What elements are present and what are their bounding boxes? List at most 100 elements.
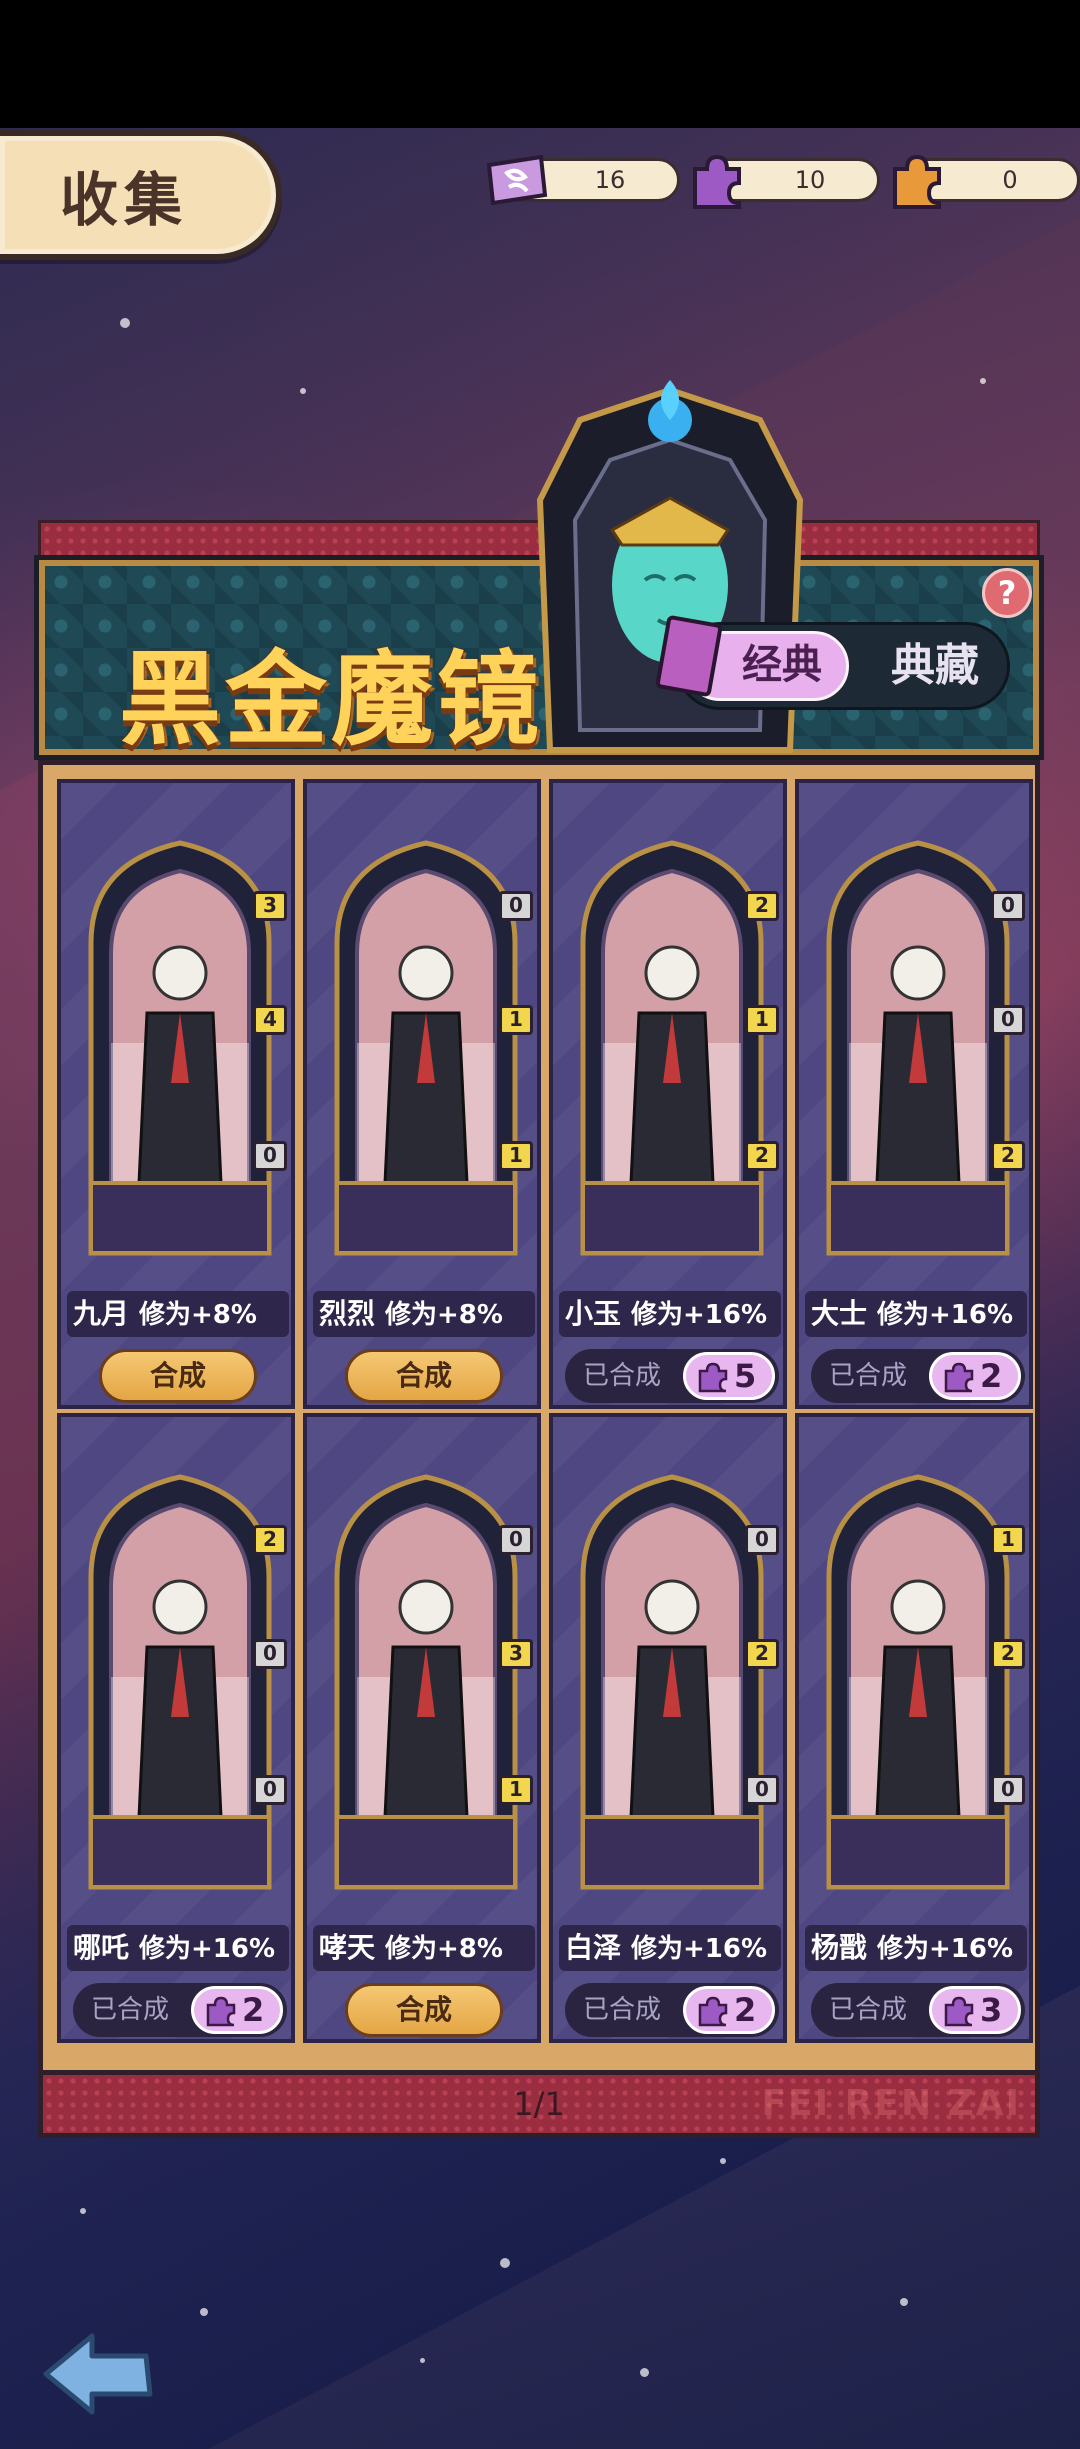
piece-count-badge: 2	[991, 1141, 1025, 1171]
portrait-frame	[573, 823, 771, 1263]
card-name-row: 小玉 修为+16%	[559, 1291, 781, 1337]
piece-count-badge: 2	[745, 1141, 779, 1171]
piece-count-badge: 2	[745, 891, 779, 921]
piece-count-badge: 0	[253, 1639, 287, 1669]
back-arrow-icon[interactable]	[38, 2328, 158, 2418]
watermark: FEI REN ZAI	[761, 2083, 1021, 2124]
character-card[interactable]: 2 1 2 小玉 修为+16% 已合成 5	[549, 779, 787, 1409]
card-name-row: 白泽 修为+16%	[559, 1925, 781, 1971]
piece-count-badge: 0	[745, 1525, 779, 1555]
combined-label: 已合成	[829, 1361, 908, 1391]
ticket-count: 16	[594, 166, 626, 194]
cultivation-bonus: 修为+8%	[385, 1300, 503, 1330]
piece-count-badge: 1	[745, 1005, 779, 1035]
cultivation-bonus: 修为+8%	[139, 1300, 257, 1330]
character-card[interactable]: 2 0 0 哪吒 修为+16% 已合成 2	[57, 1413, 295, 2043]
card-name-row: 哮天 修为+8%	[313, 1925, 535, 1971]
piece-counter: 5	[683, 1352, 775, 1400]
puzzle-icon	[698, 1362, 728, 1393]
collection-tab[interactable]: 收集	[0, 130, 282, 260]
piece-counter: 3	[929, 1986, 1021, 2034]
portrait-frame	[81, 1457, 279, 1897]
status-bar	[0, 0, 1080, 128]
collection-toggle: 经典 典藏	[655, 614, 1010, 710]
character-name: 杨戬	[811, 1931, 868, 1964]
character-card[interactable]: 0 2 0 白泽 修为+16% 已合成 2	[549, 1413, 787, 2043]
portrait-frame	[819, 1457, 1017, 1897]
character-name: 九月	[73, 1297, 130, 1330]
character-name: 哮天	[319, 1931, 376, 1964]
character-card[interactable]: 0 1 1 烈烈 修为+8% 合成	[303, 779, 541, 1409]
piece-count-badge: 0	[499, 1525, 533, 1555]
piece-count-badge: 0	[991, 1005, 1025, 1035]
piece-counter: 2	[191, 1986, 283, 2034]
piece-count: 2	[242, 1991, 265, 2029]
portrait-frame	[327, 1457, 525, 1897]
puzzle-icon	[698, 1996, 728, 2027]
piece-count-badge: 1	[991, 1525, 1025, 1555]
banner-title: 黑金魔镜	[119, 641, 543, 760]
tab-classic-label: 经典	[742, 642, 822, 688]
piece-count-badge: 0	[253, 1141, 287, 1171]
currency-orange-puzzle: 0	[893, 154, 1080, 209]
character-card[interactable]: 1 2 0 杨戬 修为+16% 已合成 3	[795, 1413, 1033, 2043]
piece-count-badge: 0	[499, 891, 533, 921]
combine-button[interactable]: 合成	[99, 1349, 257, 1403]
puzzle-icon	[206, 1996, 236, 2027]
piece-count-badge: 1	[499, 1775, 533, 1805]
piece-count-badge: 2	[991, 1639, 1025, 1669]
puzzle-icon	[944, 1996, 974, 2027]
piece-count-badge: 2	[253, 1525, 287, 1555]
character-card[interactable]: 0 3 1 哮天 修为+8% 合成	[303, 1413, 541, 2043]
piece-count-badge: 0	[745, 1775, 779, 1805]
combine-button[interactable]: 合成	[345, 1983, 503, 2037]
portrait-frame	[81, 823, 279, 1263]
portrait-frame	[819, 823, 1017, 1263]
piece-count-badge: 0	[991, 891, 1025, 921]
piece-count: 2	[980, 1357, 1003, 1395]
character-name: 烈烈	[319, 1297, 376, 1330]
cultivation-bonus: 修为+16%	[877, 1300, 1014, 1330]
combined-status: 已合成 5	[565, 1349, 779, 1403]
character-name: 小玉	[565, 1297, 622, 1330]
character-name: 白泽	[565, 1931, 622, 1964]
pagination-bar: 1/1 FEI REN ZAI	[38, 2070, 1040, 2138]
combined-status: 已合成 2	[565, 1983, 779, 2037]
character-name: 哪吒	[73, 1931, 130, 1964]
cultivation-bonus: 修为+8%	[385, 1934, 503, 1964]
tab-treasured[interactable]: 典藏	[865, 631, 1005, 701]
combined-status: 已合成 2	[73, 1983, 287, 2037]
piece-count-badge: 0	[253, 1775, 287, 1805]
piece-count-badge: 0	[991, 1775, 1025, 1805]
combined-label: 已合成	[583, 1995, 662, 2025]
portrait-frame	[573, 1457, 771, 1897]
card-grid: 3 4 0 九月 修为+8% 合成 0 1 1 烈烈 修为+8% 合成 2 1 2 小玉 修为+16% 已合成 5 0…	[57, 779, 1033, 2043]
character-card[interactable]: 3 4 0 九月 修为+8% 合成	[57, 779, 295, 1409]
collection-tab-label: 收集	[60, 166, 189, 234]
card-name-row: 杨戬 修为+16%	[805, 1925, 1027, 1971]
character-card[interactable]: 0 0 2 大士 修为+16% 已合成 2	[795, 779, 1033, 1409]
combined-status: 已合成 2	[811, 1349, 1025, 1403]
piece-counter: 2	[683, 1986, 775, 2034]
combined-label: 已合成	[829, 1995, 908, 2025]
cultivation-bonus: 修为+16%	[877, 1934, 1014, 1964]
orange-puzzle-count: 0	[1002, 166, 1018, 194]
piece-count-badge: 1	[499, 1141, 533, 1171]
combined-label: 已合成	[583, 1361, 662, 1391]
help-button[interactable]: ?	[982, 568, 1032, 618]
portrait-frame	[327, 823, 525, 1263]
cultivation-bonus: 修为+16%	[139, 1934, 276, 1964]
card-name-row: 烈烈 修为+8%	[313, 1291, 535, 1337]
piece-count: 3	[980, 1991, 1003, 2029]
combine-button[interactable]: 合成	[345, 1349, 503, 1403]
puzzle-icon	[944, 1362, 974, 1393]
collection-grid-panel: 3 4 0 九月 修为+8% 合成 0 1 1 烈烈 修为+8% 合成 2 1 2 小玉 修为+16% 已合成 5 0…	[38, 760, 1040, 2080]
piece-count: 5	[734, 1357, 757, 1395]
currency-ticket: 16	[486, 154, 680, 206]
cultivation-bonus: 修为+16%	[631, 1934, 768, 1964]
piece-count-badge: 3	[499, 1639, 533, 1669]
piece-count-badge: 2	[745, 1639, 779, 1669]
character-name: 大士	[811, 1297, 868, 1330]
piece-count: 2	[734, 1991, 757, 2029]
piece-counter: 2	[929, 1352, 1021, 1400]
